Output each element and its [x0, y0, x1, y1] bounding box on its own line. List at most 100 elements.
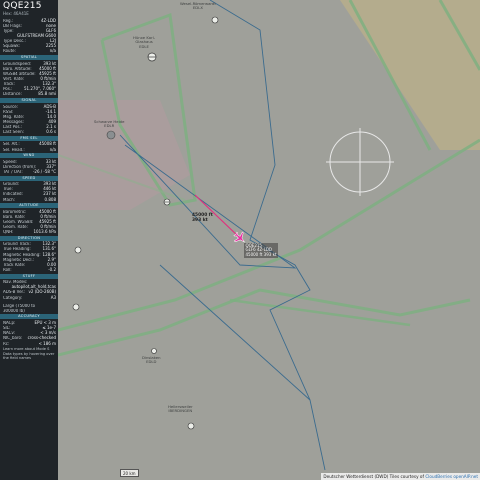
airport-icon [147, 52, 157, 62]
info-row: Distance: 85.8 nmi [0, 92, 58, 97]
info-key[interactable]: Messages: [3, 120, 24, 124]
info-key[interactable]: Indicated: [3, 192, 23, 196]
info-key[interactable]: Category: [3, 296, 22, 300]
info-value: -26 / -58 °C [32, 168, 56, 174]
info-key[interactable]: Geom. WGS84: [3, 220, 33, 224]
info-value: 45008 ft [39, 141, 56, 147]
info-key[interactable]: Type: [3, 29, 14, 33]
info-key[interactable]: NIC_baro: [3, 336, 22, 340]
info-key[interactable]: Groundspeed: [3, 62, 31, 66]
section-header-signal: SIGNAL [0, 97, 58, 103]
section-header-direction: DIRECTION [0, 235, 58, 241]
info-key[interactable]: Baro. Altitude: [3, 67, 32, 71]
info-key[interactable]: Route: [3, 49, 16, 53]
info-key[interactable]: Reg.: [3, 19, 13, 23]
info-row: Mach: 0.808 [0, 197, 58, 202]
info-key[interactable]: QNH: [3, 230, 14, 234]
info-key[interactable]: Source: [3, 105, 18, 109]
info-key[interactable]: Mach: [3, 198, 15, 202]
info-value: A3 [50, 294, 56, 300]
info-key[interactable]: Track Rate: [3, 263, 25, 267]
info-value: 131.6° [42, 246, 56, 252]
info-key[interactable]: Rc: [3, 342, 9, 346]
section-header-accuracy: ACCURACY [0, 314, 58, 320]
info-key[interactable]: Magnetic Decl.: [3, 258, 34, 262]
info-row: Last Seen: 0.6 s [0, 130, 58, 135]
info-key[interactable]: Barometric: [3, 210, 26, 214]
airport-icon [211, 16, 219, 24]
info-key[interactable]: Roll: [3, 268, 12, 272]
info-value: 0.808 [44, 196, 56, 202]
info-key[interactable]: True Heading: [3, 247, 31, 251]
info-value: cross-checked [27, 335, 56, 341]
aircraft-callsign: QQE215 [3, 1, 42, 11]
airport-icon [187, 422, 195, 430]
info-key[interactable]: Baro. Rate: [3, 215, 25, 219]
info-key[interactable]: Vert. Rate: [3, 77, 24, 81]
info-value: v2 (DO-260B) [28, 289, 56, 295]
place-label: Wesel-Römerwardt EDLX [180, 1, 216, 11]
map-canvas[interactable] [58, 0, 480, 480]
info-key[interactable]: Direction (from): [3, 165, 36, 169]
info-key[interactable]: Last Pos.: [3, 125, 22, 129]
info-row: TAT / OAT: -26 / -58 °C [0, 169, 58, 174]
info-row: Sel. Head.: n/a [0, 147, 58, 152]
info-value: < 186 m [38, 340, 56, 346]
info-key[interactable]: Last Seen: [3, 130, 24, 134]
section-header-speed: SPEED [0, 175, 58, 181]
section-header-fms-sel: FMS SEL [0, 135, 58, 141]
info-value: n/a [49, 48, 56, 54]
info-key[interactable]: Track: [3, 82, 15, 86]
airport-icon [74, 246, 82, 254]
section-header-wind: WIND [0, 153, 58, 159]
aircraft-info-sidebar: QQE215 Hex: 46A41E Reg.: 4Z-LDD DB Flags: n… [0, 0, 58, 480]
attribution-link[interactable]: CloudBerries [425, 474, 452, 479]
info-key[interactable]: ADS-B Ver.: [3, 290, 25, 294]
info-sections: Reg.: 4Z-LDD DB Flags: none Type: GLF6 GULFSTR… [0, 18, 58, 346]
map-scale: 20 km [120, 469, 139, 477]
info-key[interactable]: SIL: [3, 326, 10, 330]
aircraft-label-alt: 45000 ft 393 kt [245, 251, 277, 257]
airport-icon [163, 198, 171, 206]
info-key[interactable]: Magnetic Heading: [3, 253, 41, 257]
airport-icon [151, 348, 157, 354]
map-attribution: Deutscher Wetterdienst (DWD) Tiles court… [321, 473, 480, 480]
info-key[interactable]: Large (75000 to [3, 304, 35, 308]
info-key[interactable]: Pos.: [3, 87, 12, 91]
info-row: 300000 lb) [0, 308, 58, 313]
aircraft-hex: Hex: 46A41E [3, 11, 29, 16]
section-header-altitude: ALTITUDE [0, 203, 58, 209]
info-value: 237 kt [43, 191, 56, 197]
footer-note: Learn more about Mode S Data types by ho… [3, 347, 55, 361]
info-key[interactable]: DB Flags: [3, 24, 22, 28]
info-key[interactable]: Type Desc.: [3, 39, 26, 43]
info-key[interactable]: RSSI: [3, 110, 13, 114]
info-value: -0.2 [48, 267, 56, 273]
attribution-link[interactable]: openAIP.net [453, 474, 478, 479]
info-key[interactable]: True: [3, 187, 13, 191]
map-view[interactable]: Wesel-Römerwardt EDLX Hünxe Karl- Glashaus… [58, 0, 480, 480]
info-row: Roll: -0.2 [0, 267, 58, 272]
info-key[interactable]: TAT / OAT: [3, 170, 23, 174]
info-key[interactable]: NACv: [3, 331, 15, 335]
info-key[interactable]: Msg. Rate: [3, 115, 24, 119]
info-key[interactable]: Squawk: [3, 44, 20, 48]
info-key[interactable]: 300000 lb) [3, 309, 25, 313]
info-value: ADS-B [43, 103, 56, 109]
aircraft-label[interactable]: QQE215 GLF6 4Z-LDD 45000 ft 393 kt [244, 243, 278, 258]
info-key[interactable]: Sel. Head.: [3, 148, 25, 152]
info-key[interactable]: Geom. Rate: [3, 225, 28, 229]
place-label: Schwarze Heide EDLR [94, 119, 125, 129]
info-value: 393 kt [43, 60, 56, 66]
place-label: Hellersweiler IBERDINGEN [168, 404, 193, 414]
info-key[interactable]: Speed: [3, 160, 17, 164]
attribution-text: Deutscher Wetterdienst (DWD) Tiles court… [323, 474, 424, 479]
section-header-stuff: STUFF [0, 273, 58, 279]
info-key[interactable]: NACp: [3, 321, 15, 325]
info-key[interactable]: Distance: [3, 92, 22, 96]
info-value: 4Z-LDD [40, 17, 56, 23]
info-key[interactable]: WGS84 altitude: [3, 72, 36, 76]
info-key[interactable]: Ground Track: [3, 242, 31, 246]
info-key[interactable]: Sel. Alt.: [3, 142, 20, 146]
info-key[interactable]: Ground: [3, 182, 19, 186]
